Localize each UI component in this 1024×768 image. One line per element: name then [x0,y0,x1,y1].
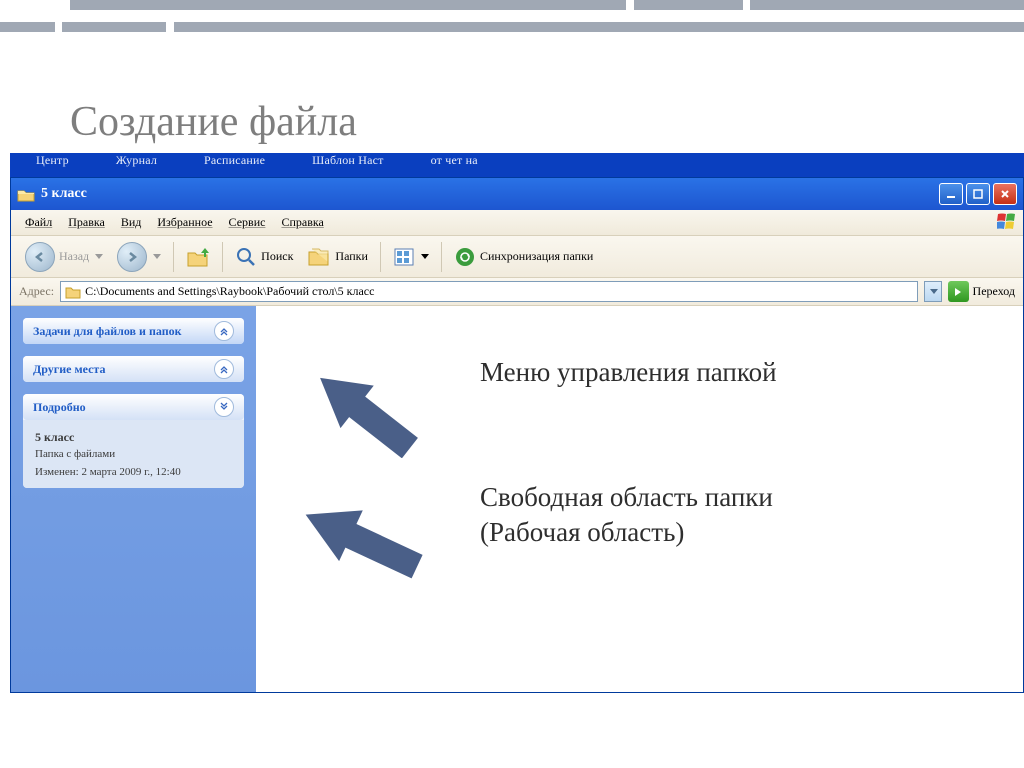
back-label: Назад [59,249,89,264]
search-label: Поиск [261,249,293,264]
views-icon [393,247,415,267]
folders-icon [307,246,331,268]
arrow-annotation-1 [300,368,430,458]
places-header[interactable]: Другие места [23,356,244,382]
window-title: 5 класс [41,186,939,202]
search-button[interactable]: Поиск [229,241,299,273]
annotation-2: Свободная область папки (Рабочая область… [480,480,840,550]
collapse-icon[interactable] [214,321,234,341]
menu-tools[interactable]: Сервис [221,213,274,232]
menubar: Файл Правка Вид Избранное Сервис Справка [11,210,1023,236]
taskbar-strip: Центр Журнал Расписание Шаблон Наст от ч… [10,153,1024,177]
go-label: Переход [973,284,1015,299]
collapse-icon[interactable] [214,359,234,379]
forward-button[interactable] [111,241,167,273]
address-label: Адрес: [19,284,54,299]
slide-decor [0,0,1024,58]
maximize-button[interactable] [966,183,990,205]
close-button[interactable] [993,183,1017,205]
sync-label: Синхронизация папки [480,249,593,264]
menu-edit[interactable]: Правка [60,213,113,232]
addressbar: Адрес: C:\Documents and Settings\Raybook… [11,278,1023,306]
address-dropdown[interactable] [924,281,942,302]
back-button[interactable]: Назад [19,241,109,273]
go-button[interactable]: Переход [948,281,1015,302]
expand-icon[interactable] [214,397,234,417]
sync-icon [454,246,476,268]
tasks-header[interactable]: Задачи для файлов и папок [23,318,244,344]
annotation-1: Меню управления папкой [480,355,777,390]
sync-button[interactable]: Синхронизация папки [448,241,599,273]
toolbar: Назад Поиск Папки Синхронизация папки [11,236,1023,278]
menu-help[interactable]: Справка [273,213,331,232]
views-button[interactable] [387,241,435,273]
menu-file[interactable]: Файл [17,213,60,232]
tasks-sidebar: Задачи для файлов и папок Другие места П… [11,306,256,692]
explorer-window: 5 класс Файл Правка Вид Избранное Сервис… [10,177,1024,693]
menu-favorites[interactable]: Избранное [149,213,220,232]
folders-button[interactable]: Папки [301,241,374,273]
places-panel: Другие места [23,356,244,382]
menu-view[interactable]: Вид [113,213,150,232]
folder-up-icon [186,245,210,269]
windows-logo-icon [997,213,1017,231]
minimize-button[interactable] [939,183,963,205]
address-input[interactable]: C:\Documents and Settings\Raybook\Рабочи… [60,281,917,302]
search-icon [235,246,257,268]
titlebar[interactable]: 5 класс [11,178,1023,210]
details-panel: Подробно 5 класс Папка с файлами Изменен… [23,394,244,488]
folder-icon [17,187,35,202]
up-button[interactable] [180,241,216,273]
arrow-annotation-2 [290,490,430,590]
details-header[interactable]: Подробно [23,394,244,420]
folders-label: Папки [335,249,368,264]
address-path: C:\Documents and Settings\Raybook\Рабочи… [85,284,374,299]
details-body: 5 класс Папка с файлами Изменен: 2 марта… [23,420,244,488]
folder-icon [65,285,81,299]
tasks-panel: Задачи для файлов и папок [23,318,244,344]
slide-title: Создание файла [70,98,357,146]
